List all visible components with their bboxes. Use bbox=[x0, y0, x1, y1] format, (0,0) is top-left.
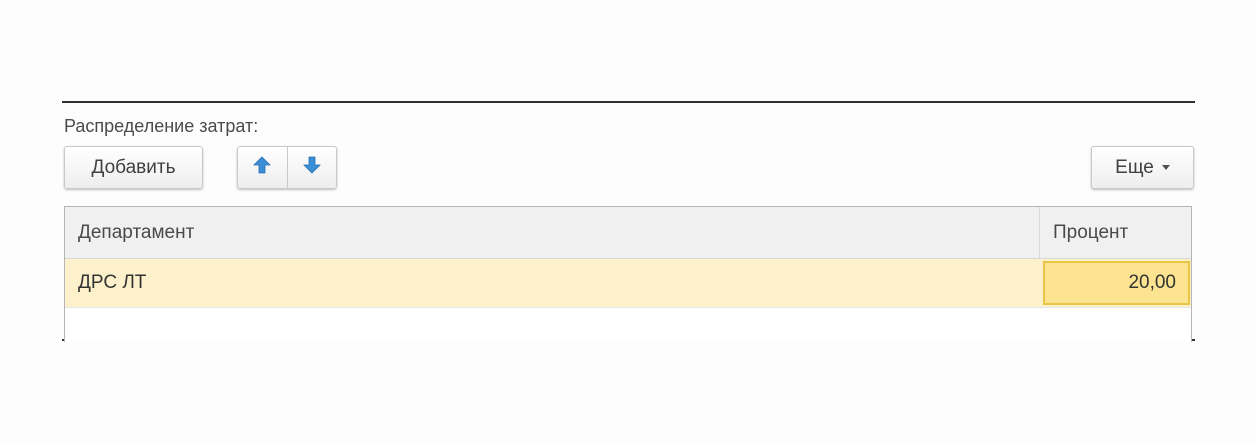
cost-distribution-panel: Распределение затрат: Добавить Еще Депар… bbox=[62, 101, 1195, 342]
add-button[interactable]: Добавить bbox=[64, 146, 203, 189]
arrow-up-icon bbox=[253, 156, 272, 179]
cell-department[interactable]: ДРС ЛТ bbox=[65, 259, 1040, 307]
column-header-department[interactable]: Департамент bbox=[65, 207, 1040, 258]
more-button-label: Еще bbox=[1115, 156, 1154, 178]
table-header: Департамент Процент bbox=[65, 207, 1191, 259]
move-down-button[interactable] bbox=[286, 147, 337, 188]
move-buttons-group bbox=[237, 146, 337, 189]
arrow-down-icon bbox=[302, 156, 321, 179]
cell-percent[interactable]: 20,00 bbox=[1043, 261, 1190, 305]
section-label: Распределение затрат: bbox=[64, 116, 259, 136]
column-header-percent[interactable]: Процент bbox=[1040, 207, 1191, 258]
table-row[interactable]: ДРС ЛТ 20,00 bbox=[65, 259, 1191, 308]
more-button[interactable]: Еще bbox=[1091, 146, 1194, 189]
distribution-table: Департамент Процент ДРС ЛТ 20,00 bbox=[64, 206, 1192, 342]
move-up-button[interactable] bbox=[238, 147, 287, 188]
caret-down-icon bbox=[1161, 165, 1170, 170]
